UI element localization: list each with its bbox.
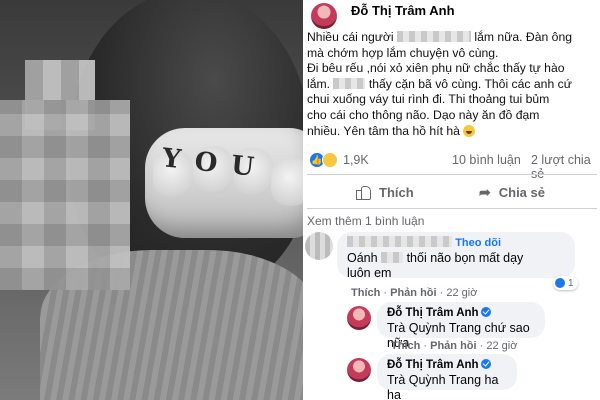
- post-text-line: chui xuống váy tui rình đi. Thi thoảng t…: [307, 92, 550, 107]
- post-photo[interactable]: YOU: [0, 0, 303, 400]
- comment-bubble: Theo dõi Oánh thối não bọn mất dạy luôn …: [337, 232, 575, 280]
- comment-count[interactable]: 10 bình luận: [452, 153, 521, 167]
- share-button-label: Chia sẻ: [498, 184, 545, 200]
- commenter-name[interactable]: Theo dõi: [347, 236, 565, 251]
- redacted-text: [333, 77, 366, 89]
- author-avatar[interactable]: [311, 3, 337, 29]
- mention[interactable]: Trà Quỳnh Trang: [387, 373, 481, 387]
- divider: [307, 208, 597, 209]
- comment-text-segment: luôn em: [347, 266, 392, 280]
- reply-bubble: Đỗ Thị Trâm Anh Trà Quỳnh Trang chứ sao …: [377, 302, 545, 350]
- reply-meta: Thích · Phản hồi · 22 giờ: [391, 340, 518, 352]
- post-text-segment: nhiều. Yên tâm tha hồ hít hà: [307, 123, 460, 138]
- comment: Theo dõi Oánh thối não bọn mất dạy luôn …: [305, 232, 597, 302]
- reaction-count[interactable]: 1,9K: [343, 153, 369, 167]
- author-name[interactable]: Đỗ Thị Trâm Anh: [351, 3, 455, 18]
- comment-reply: Đỗ Thị Trâm Anh Trà Quỳnh Trang ha ha: [347, 354, 597, 400]
- post-text-segment: thấy cặn bã vô cùng. Thôi các anh cứ: [368, 76, 572, 91]
- laughing-emoji-icon: [463, 124, 476, 137]
- comment-text-segment: thối não bọn mất dạy: [406, 251, 524, 265]
- verified-check-icon: [480, 359, 491, 369]
- comment-like-badge[interactable]: 1: [553, 276, 578, 290]
- redacted-text: [397, 31, 472, 42]
- reply-like-link[interactable]: Thích: [391, 340, 420, 352]
- reply-bubble: Đỗ Thị Trâm Anh Trà Quỳnh Trang ha ha: [377, 354, 517, 400]
- redacted-name: [347, 236, 452, 247]
- thumbs-up-icon: [355, 184, 371, 200]
- like-icon: [555, 278, 565, 288]
- post-actions: Thích ➦ Chia sẻ: [307, 178, 597, 208]
- reply-reply-link[interactable]: Phản hồi: [430, 340, 476, 352]
- post-text-segment: Nhiều cái người: [307, 30, 394, 44]
- facebook-post: Đỗ Thị Trâm Anh Nhiều cái người lắm nữa.…: [303, 0, 600, 400]
- comment-time[interactable]: 22 giờ: [446, 287, 477, 299]
- haha-reaction-icon[interactable]: [322, 152, 338, 168]
- follow-link[interactable]: Theo dõi: [455, 237, 501, 249]
- share-arrow-icon: ➦: [479, 183, 491, 200]
- divider: [307, 174, 597, 175]
- post-text-segment: lắm.: [307, 76, 331, 91]
- comment-text-segment: Oánh: [347, 251, 378, 265]
- post-text-segment: lắm nữa. Đàn ông: [474, 30, 572, 44]
- commenter-avatar[interactable]: [305, 232, 333, 260]
- reply-author-avatar[interactable]: [347, 306, 371, 330]
- see-more-comments-link[interactable]: Xem thêm 1 bình luận: [307, 214, 424, 228]
- post-text-line: cho cái cho thông não. Dạo này ăn đồ đạm: [307, 107, 540, 122]
- redacted-text: [381, 252, 404, 263]
- comment-meta: Thích · Phản hồi · 22 giờ: [351, 287, 478, 299]
- comment-like-link[interactable]: Thích: [351, 287, 380, 299]
- reaction-bar: 👍 1,9K 10 bình luận 2 lượt chia sẻ: [309, 152, 597, 181]
- mention[interactable]: Trà Quỳnh Trang: [387, 321, 481, 335]
- reply-time[interactable]: 22 giờ: [486, 340, 517, 352]
- share-button[interactable]: ➦ Chia sẻ: [479, 178, 545, 206]
- reply-author-name[interactable]: Đỗ Thị Trâm Anh: [387, 307, 479, 319]
- post-text: Nhiều cái người lắm nữa. Đàn ông mà chớm…: [307, 30, 597, 139]
- comment-reply-link[interactable]: Phản hồi: [390, 287, 436, 299]
- comment-reply: Đỗ Thị Trâm Anh Trà Quỳnh Trang chứ sao …: [347, 302, 597, 352]
- post-text-line: Đi bêu rếu ,nói xỏ xiên phụ nữ chắc thấy…: [307, 61, 565, 76]
- reply-author-name[interactable]: Đỗ Thị Trâm Anh: [387, 359, 479, 371]
- verified-check-icon: [480, 307, 491, 317]
- pixelated-gesture: [0, 100, 130, 290]
- reply-author-avatar[interactable]: [347, 358, 371, 382]
- post-text-line: mà chớm hợp lắm chuyện vô cùng.: [307, 45, 499, 60]
- like-button-label: Thích: [379, 184, 414, 200]
- share-count[interactable]: 2 lượt chia sẻ: [531, 153, 597, 181]
- comment-like-count: 1: [568, 277, 574, 289]
- like-button[interactable]: Thích: [355, 178, 414, 206]
